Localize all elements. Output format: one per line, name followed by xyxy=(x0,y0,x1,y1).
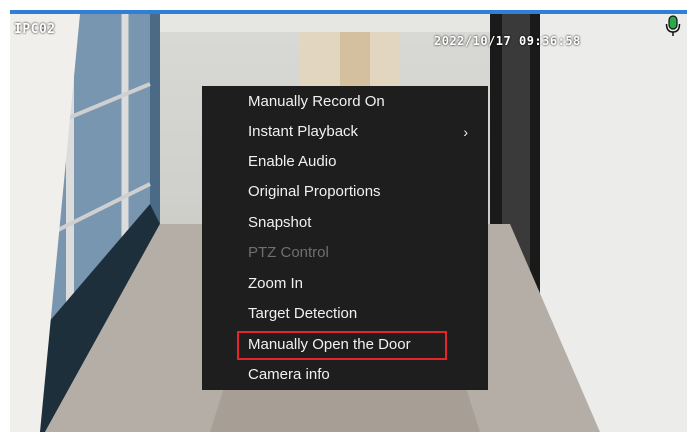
menu-item-original-proportions[interactable]: Original Proportions xyxy=(248,178,381,206)
highlight-box xyxy=(237,331,447,360)
menu-item-enable-audio[interactable]: Enable Audio xyxy=(248,148,336,176)
menu-item-snapshot[interactable]: Snapshot xyxy=(248,209,311,237)
menu-item-ptz-control: PTZ Control xyxy=(248,244,329,261)
menu-item-camera-info[interactable]: Camera info xyxy=(248,361,330,389)
chevron-right-icon: › xyxy=(463,124,468,140)
camera-name-label: IPC02 xyxy=(14,22,56,37)
menu-item-manually-record-on[interactable]: Manually Record On xyxy=(248,88,385,116)
camera-view: IPC02 2022/10/17 09:36:58 Manually Recor… xyxy=(0,0,687,432)
timestamp-label: 2022/10/17 09:36:58 xyxy=(434,34,581,48)
menu-item-zoom-in[interactable]: Zoom In xyxy=(248,270,303,298)
microphone-icon[interactable] xyxy=(665,15,681,37)
menu-item-instant-playback[interactable]: Instant Playback › xyxy=(248,118,478,146)
menu-item-target-detection[interactable]: Target Detection xyxy=(248,300,357,328)
menu-item-label: Instant Playback xyxy=(248,123,359,140)
